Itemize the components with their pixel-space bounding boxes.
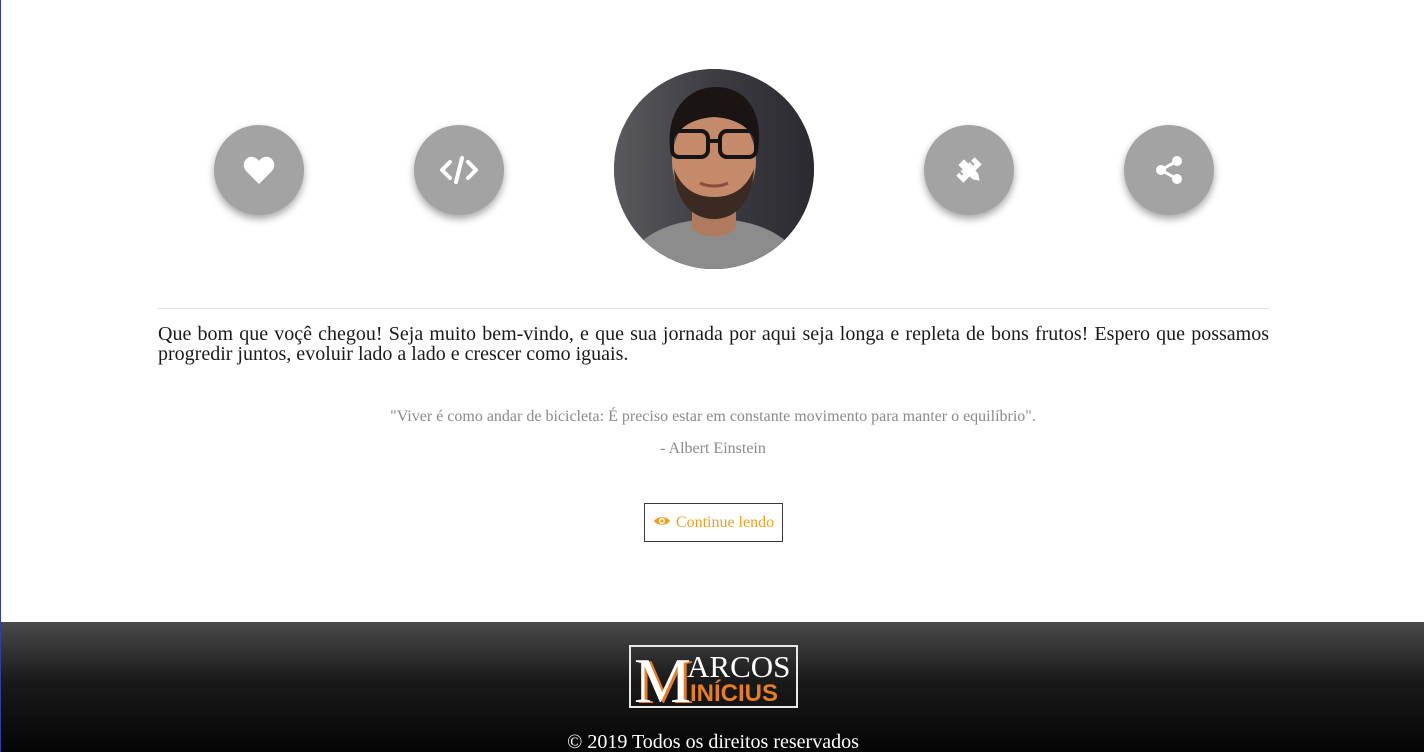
eye-icon (653, 514, 671, 532)
code-icon (439, 155, 479, 185)
divider (158, 308, 1269, 309)
design-button[interactable] (924, 125, 1014, 215)
heart-button[interactable] (214, 125, 304, 215)
quote-text: "Viver é como andar de bicicleta: É prec… (390, 408, 1036, 425)
share-icon (1154, 155, 1184, 185)
logo-line1: ARCOS (687, 649, 790, 684)
quote-author: - Albert Einstein (660, 440, 766, 457)
logo-line2: INÍCIUS (690, 679, 778, 706)
continue-reading-button[interactable]: Continue lendo (644, 503, 783, 542)
logo: M M ARCOS INÍCIUS (629, 645, 798, 708)
heart-icon (243, 155, 275, 185)
copyright: © 2019 Todos os direitos reservados (567, 731, 859, 752)
avatar (614, 69, 814, 269)
share-button[interactable] (1124, 125, 1214, 215)
logo-initial: M (634, 647, 691, 706)
page: Que bom que voçê chegou! Seja muito bem-… (0, 0, 1424, 752)
welcome-text: Que bom que voçê chegou! Seja muito bem-… (158, 323, 1269, 365)
continue-reading-label: Continue lendo (675, 513, 775, 531)
pencil-ruler-icon (952, 153, 986, 187)
code-button[interactable] (414, 125, 504, 215)
